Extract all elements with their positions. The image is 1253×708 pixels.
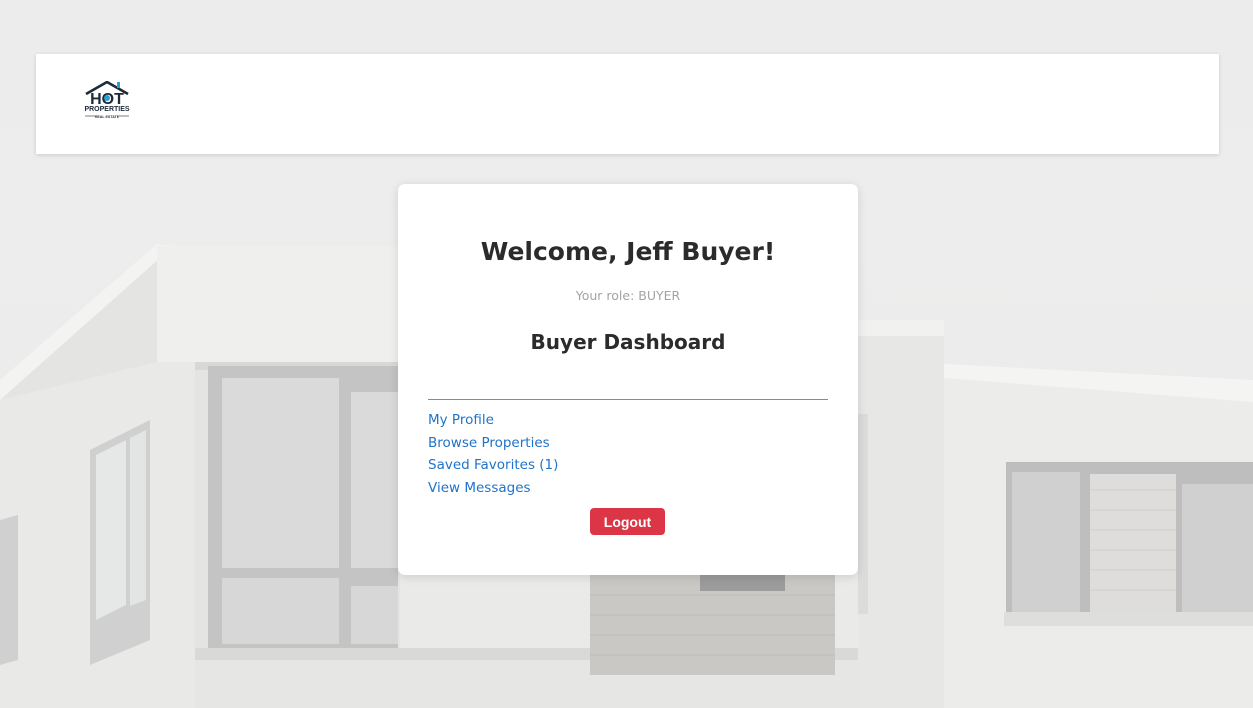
dashboard-title: Buyer Dashboard bbox=[530, 330, 726, 354]
dashboard-card: Welcome, Jeff Buyer! Your role: BUYER Bu… bbox=[398, 184, 858, 575]
logo-text-properties: PROPERTIES bbox=[84, 106, 129, 113]
welcome-heading: Welcome, Jeff Buyer! bbox=[480, 237, 776, 266]
list-item: Saved Favorites (1) bbox=[428, 455, 558, 478]
list-item: My Profile bbox=[428, 410, 558, 433]
saved-favorites-link[interactable]: Saved Favorites (1) bbox=[428, 457, 558, 473]
house-logo-icon[interactable]: HOT PROPERTIES REAL ESTATE bbox=[83, 80, 131, 121]
view-messages-link[interactable]: View Messages bbox=[428, 480, 531, 496]
divider bbox=[428, 399, 828, 400]
browse-properties-link[interactable]: Browse Properties bbox=[428, 435, 550, 451]
dashboard-links: My Profile Browse Properties Saved Favor… bbox=[428, 410, 558, 500]
list-item: View Messages bbox=[428, 478, 558, 501]
list-item: Browse Properties bbox=[428, 433, 558, 456]
top-header: HOT PROPERTIES REAL ESTATE bbox=[36, 54, 1219, 154]
my-profile-link[interactable]: My Profile bbox=[428, 412, 494, 428]
logo-text-real-estate: REAL ESTATE bbox=[95, 115, 120, 119]
logout-button[interactable]: Logout bbox=[590, 508, 665, 535]
role-text: Your role: BUYER bbox=[575, 288, 681, 303]
